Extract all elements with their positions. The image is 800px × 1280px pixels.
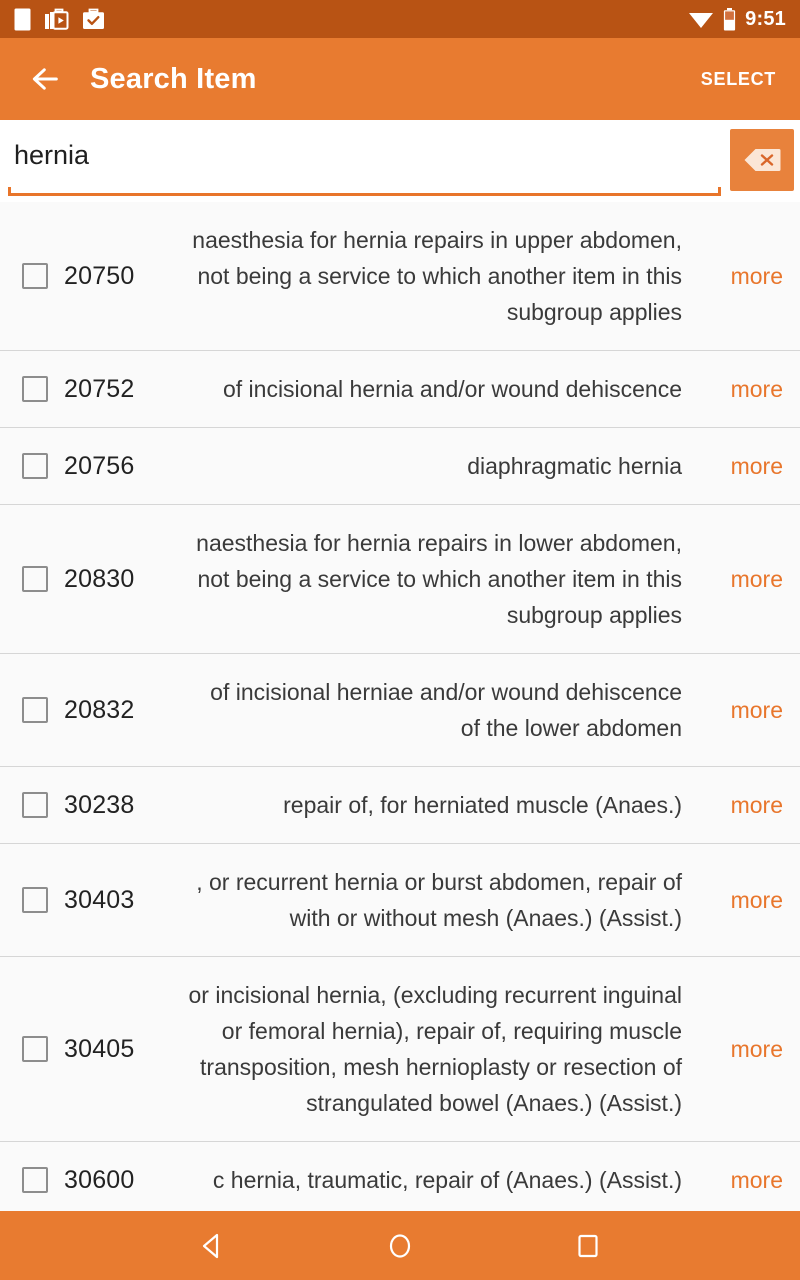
table-row[interactable]: 30405 or incisional hernia, (excluding re… bbox=[0, 957, 800, 1142]
select-button[interactable]: SELECT bbox=[695, 61, 782, 98]
wifi-icon bbox=[689, 13, 714, 28]
row-description: repair of, for herniated muscle (Anaes.) bbox=[283, 792, 682, 818]
nav-home-button[interactable] bbox=[376, 1222, 424, 1270]
table-row[interactable]: 20756 diaphragmatic hernia more bbox=[0, 428, 800, 505]
row-more-link[interactable]: more bbox=[682, 376, 800, 403]
battery-icon bbox=[724, 7, 736, 30]
row-item-code: 30238 bbox=[64, 790, 135, 819]
row-more-link[interactable]: more bbox=[682, 263, 800, 290]
page-title: Search Item bbox=[90, 62, 257, 95]
row-more-link[interactable]: more bbox=[682, 1167, 800, 1194]
nav-back-button[interactable] bbox=[188, 1222, 236, 1270]
table-row[interactable]: 20830 naesthesia for hernia repairs in lo… bbox=[0, 505, 800, 654]
table-row[interactable]: 20750 naesthesia for hernia repairs in up… bbox=[0, 202, 800, 351]
row-description: naesthesia for hernia repairs in lower a… bbox=[196, 530, 682, 628]
row-description: diaphragmatic hernia bbox=[467, 453, 682, 479]
row-checkbox[interactable] bbox=[22, 792, 48, 818]
row-checkbox[interactable] bbox=[22, 1036, 48, 1062]
table-row[interactable]: 30600 c hernia, traumatic, repair of (Ana… bbox=[0, 1142, 800, 1211]
back-arrow-icon[interactable] bbox=[28, 62, 62, 96]
row-description: of incisional herniae and/or wound dehis… bbox=[210, 679, 682, 741]
status-bar: 9:51 bbox=[0, 0, 800, 38]
row-checkbox[interactable] bbox=[22, 453, 48, 479]
search-input[interactable] bbox=[8, 128, 721, 194]
row-checkbox[interactable] bbox=[22, 1167, 48, 1193]
row-more-link[interactable]: more bbox=[682, 887, 800, 914]
status-bar-right-icons: 9:51 bbox=[688, 7, 786, 31]
row-description: of incisional hernia and/or wound dehisc… bbox=[222, 376, 682, 402]
app-toolbar: Search Item SELECT bbox=[0, 38, 800, 120]
status-bar-left-icons bbox=[14, 8, 105, 31]
row-item-code: 20752 bbox=[64, 374, 135, 403]
row-more-link[interactable]: more bbox=[682, 1036, 800, 1063]
table-row[interactable]: 20832 of incisional herniae and/or wound … bbox=[0, 654, 800, 767]
home-circle-icon bbox=[389, 1233, 411, 1258]
android-navigation-bar bbox=[0, 1211, 800, 1280]
row-description: c hernia, traumatic, repair of (Anaes.) … bbox=[212, 1167, 682, 1193]
search-bar bbox=[0, 120, 800, 202]
backspace-icon bbox=[744, 149, 781, 171]
row-description: or incisional hernia, (excluding recurre… bbox=[188, 982, 683, 1116]
row-checkbox[interactable] bbox=[22, 697, 48, 723]
app-screen: 9:51 Search Item SELECT 20750 naesthesia … bbox=[0, 0, 800, 1280]
table-row[interactable]: 20752 of incisional hernia and/or wound d… bbox=[0, 351, 800, 428]
status-bar-clock: 9:51 bbox=[745, 7, 786, 30]
row-item-code: 30403 bbox=[64, 885, 135, 914]
row-item-code: 30405 bbox=[64, 1034, 135, 1063]
back-triangle-icon bbox=[202, 1233, 219, 1258]
recents-square-icon bbox=[578, 1234, 598, 1257]
row-item-code: 20830 bbox=[64, 564, 135, 593]
row-description: , or recurrent hernia or burst abdomen, … bbox=[196, 869, 682, 931]
row-more-link[interactable]: more bbox=[682, 792, 800, 819]
table-row[interactable]: 30238 repair of, for herniated muscle (An… bbox=[0, 767, 800, 844]
row-description: naesthesia for hernia repairs in upper a… bbox=[192, 227, 682, 325]
row-more-link[interactable]: more bbox=[682, 697, 800, 724]
search-input-underline bbox=[8, 187, 721, 196]
sim-card-icon bbox=[14, 8, 31, 30]
search-results-list[interactable]: 20750 naesthesia for hernia repairs in up… bbox=[0, 202, 800, 1211]
work-profile-check-icon bbox=[83, 8, 104, 29]
clear-search-button[interactable] bbox=[730, 129, 794, 191]
row-checkbox[interactable] bbox=[22, 566, 48, 592]
search-field-wrapper bbox=[8, 128, 721, 196]
row-item-code: 20832 bbox=[64, 695, 135, 724]
nav-recents-button[interactable] bbox=[564, 1222, 612, 1270]
row-more-link[interactable]: more bbox=[682, 566, 800, 593]
work-apps-play-icon bbox=[45, 8, 69, 30]
row-item-code: 20756 bbox=[64, 451, 135, 480]
row-checkbox[interactable] bbox=[22, 263, 48, 289]
table-row[interactable]: 30403 , or recurrent hernia or burst abdo… bbox=[0, 844, 800, 957]
row-checkbox[interactable] bbox=[22, 376, 48, 402]
row-item-code: 20750 bbox=[64, 261, 135, 290]
row-checkbox[interactable] bbox=[22, 887, 48, 913]
row-more-link[interactable]: more bbox=[682, 453, 800, 480]
row-item-code: 30600 bbox=[64, 1165, 135, 1194]
